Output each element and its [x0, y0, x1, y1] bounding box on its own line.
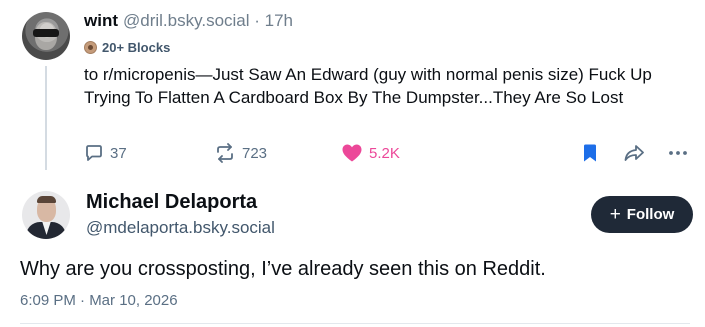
- reply-button[interactable]: 37: [84, 143, 127, 163]
- repost-count: 723: [242, 144, 268, 162]
- main-post-timestamp[interactable]: 6:09 PM · Mar 10, 2026: [20, 292, 178, 309]
- parent-post-text: to r/micropenis—Just Saw An Edward (guy …: [84, 65, 652, 107]
- repost-button[interactable]: 723: [214, 143, 267, 163]
- parent-author-avatar[interactable]: [22, 12, 70, 60]
- parent-post-header: wint @dril.bsky.social · 17h: [84, 11, 293, 31]
- share-icon: [624, 145, 644, 161]
- reply-icon: [86, 145, 102, 161]
- reply-count: 37: [110, 144, 127, 162]
- main-post-text: Why are you crossposting, I’ve already s…: [20, 258, 546, 280]
- blocks-badge-label: 20+ Blocks: [102, 40, 171, 55]
- follow-button-label: Follow: [626, 206, 675, 223]
- more-options-button[interactable]: [667, 143, 689, 163]
- share-button[interactable]: [623, 143, 645, 163]
- plus-icon: +: [609, 203, 621, 225]
- blocks-badge-icon: [84, 41, 97, 54]
- repost-icon: [217, 143, 233, 163]
- parent-author-name[interactable]: wint: [84, 11, 118, 31]
- bookmark-icon: [584, 144, 596, 162]
- blocks-badge: 20+ Blocks: [84, 40, 170, 55]
- parent-post[interactable]: wint @dril.bsky.social · 17h 20+ Blocks …: [0, 0, 705, 180]
- like-button[interactable]: 5.2K: [341, 143, 400, 163]
- main-author-avatar[interactable]: [22, 191, 70, 239]
- heart-icon: [342, 144, 362, 162]
- divider: [20, 323, 690, 324]
- thread-connector-line: [45, 66, 47, 170]
- main-author-name[interactable]: Michael Delaporta: [86, 191, 257, 214]
- parent-post-actions: 37 723 5.2K: [84, 143, 689, 165]
- bookmark-button[interactable]: [581, 143, 599, 163]
- follow-button[interactable]: + Follow: [591, 196, 693, 233]
- parent-author-handle-time[interactable]: @dril.bsky.social · 17h: [123, 11, 293, 31]
- main-author-handle[interactable]: @mdelaporta.bsky.social: [86, 218, 275, 238]
- like-count: 5.2K: [369, 144, 400, 162]
- more-icon: [669, 151, 687, 155]
